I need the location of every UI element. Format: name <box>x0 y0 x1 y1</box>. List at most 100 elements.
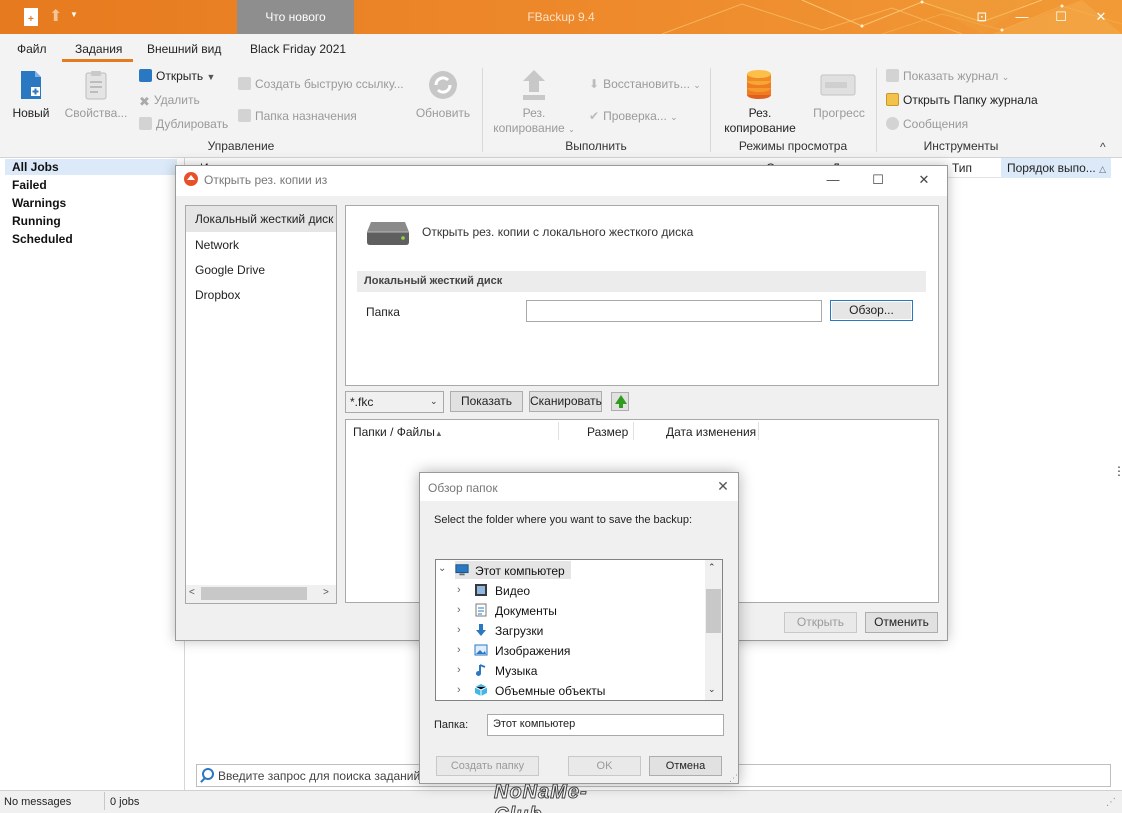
close-button[interactable]: ✕ <box>1081 0 1121 34</box>
backup-label-line1: Рез. <box>522 106 546 120</box>
jobs-item-all[interactable]: All Jobs <box>12 160 59 174</box>
messages-button[interactable]: Сообщения <box>886 117 968 131</box>
log-icon <box>886 69 899 82</box>
browse-button[interactable]: Обзор... <box>830 300 913 321</box>
local-disk-section-header: Локальный жесткий диск <box>357 271 926 292</box>
browse-dialog-close-button[interactable]: ✕ <box>714 478 732 496</box>
dialog-maximize-button[interactable]: ☐ <box>869 172 887 188</box>
sort-ascending-icon: ▲ <box>434 429 443 438</box>
source-item-network[interactable]: Network <box>195 238 239 252</box>
tab-file[interactable]: Файл <box>17 42 47 56</box>
progress-button[interactable]: Прогресс <box>806 106 872 120</box>
show-button[interactable]: Показать <box>450 391 523 412</box>
scroll-up-icon[interactable]: ⌃ <box>708 562 716 573</box>
tree-node-video[interactable]: Видео <box>495 584 530 598</box>
collapsed-chevron-icon[interactable]: › <box>457 644 461 656</box>
column-type[interactable]: Тип <box>952 161 972 175</box>
open-button-disabled[interactable]: Открыть <box>784 612 857 633</box>
resize-grip-icon[interactable]: ⋰ <box>1106 797 1116 808</box>
chevron-down-icon: ⌄ <box>430 396 438 406</box>
scrollbar-thumb[interactable] <box>706 589 721 633</box>
view-backup-button[interactable]: копирование <box>718 121 802 135</box>
column-folders-files[interactable]: Папки / Файлы▲ <box>353 425 443 439</box>
refresh-icon <box>429 71 457 99</box>
scroll-down-icon[interactable]: ⌄ <box>708 684 716 695</box>
check-button[interactable]: ✔ Проверка... ⌄ <box>589 109 678 123</box>
jobs-item-scheduled[interactable]: Scheduled <box>12 232 73 246</box>
music-folder-icon <box>476 664 486 676</box>
ok-button[interactable]: OK <box>568 756 641 776</box>
column-size[interactable]: Размер <box>587 425 628 439</box>
collapsed-chevron-icon[interactable]: › <box>457 664 461 676</box>
collapsed-chevron-icon[interactable]: › <box>457 624 461 636</box>
show-log-button[interactable]: Показать журнал ⌄ <box>886 69 1009 83</box>
dialog-minimize-button[interactable]: — <box>824 172 842 188</box>
tree-node-downloads[interactable]: Загрузки <box>495 624 543 638</box>
check-dropdown-icon: ⌄ <box>670 112 678 122</box>
source-item-dropbox[interactable]: Dropbox <box>195 288 240 302</box>
hard-disk-icon <box>367 222 409 245</box>
properties-icon <box>85 71 107 100</box>
duplicate-button[interactable]: Дублировать <box>139 117 228 131</box>
tree-node-documents[interactable]: Документы <box>495 604 557 618</box>
source-item-google-drive[interactable]: Google Drive <box>195 263 265 277</box>
column-separator <box>758 422 759 440</box>
collapsed-chevron-icon[interactable]: › <box>457 684 461 696</box>
collapse-ribbon-icon[interactable]: ^ <box>1100 140 1106 154</box>
expanded-chevron-icon[interactable]: ⌄ <box>438 563 446 574</box>
column-order[interactable]: Порядок выпо... △ <box>1001 158 1111 178</box>
delete-button[interactable]: ✖ Удалить <box>139 93 200 110</box>
scroll-right-icon[interactable]: > <box>323 587 329 598</box>
check-icon: ✔ <box>589 109 600 123</box>
new-button[interactable]: Новый <box>10 106 52 120</box>
tree-node-music[interactable]: Музыка <box>495 664 537 678</box>
scan-button[interactable]: Сканировать <box>529 391 602 412</box>
up-folder-icon[interactable] <box>611 392 629 411</box>
destination-folder-button[interactable]: Папка назначения <box>238 109 357 123</box>
progress-icon <box>820 74 856 96</box>
browse-cancel-button[interactable]: Отмена <box>649 756 722 776</box>
maximize-button[interactable]: ☐ <box>1041 0 1081 34</box>
this-pc-icon <box>455 564 469 576</box>
compact-mode-icon[interactable]: ⊡ <box>962 0 1002 34</box>
dialog-close-button[interactable]: ✕ <box>915 172 933 188</box>
folder-path-input[interactable] <box>526 300 822 322</box>
tree-node-3d-objects[interactable]: Объемные объекты <box>495 684 605 698</box>
minimize-button[interactable]: — <box>1002 0 1042 34</box>
new-folder-button[interactable]: Создать папку <box>436 756 539 776</box>
browse-folder-label: Папка: <box>434 719 469 731</box>
restore-button[interactable]: ⬇ Восстановить... ⌄ <box>589 77 701 91</box>
tree-node-pictures[interactable]: Изображения <box>495 644 570 658</box>
tab-black-friday[interactable]: Black Friday 2021 <box>250 42 346 56</box>
backup-button[interactable]: копирование ⌄ <box>492 121 576 135</box>
refresh-button[interactable]: Обновить <box>410 106 476 120</box>
browse-folder-input[interactable]: Этот компьютер <box>487 714 724 736</box>
scrollbar-thumb[interactable] <box>201 587 307 600</box>
jobs-item-warnings[interactable]: Warnings <box>12 196 66 210</box>
show-log-dropdown-icon: ⌄ <box>1001 72 1010 82</box>
cancel-button[interactable]: Отменить <box>865 612 938 633</box>
open-dropdown-icon: ▼ <box>206 72 216 82</box>
delete-label: Удалить <box>153 93 200 107</box>
resize-grip-icon[interactable]: ⋰ <box>729 773 738 784</box>
jobs-item-running[interactable]: Running <box>12 214 61 228</box>
open-log-folder-button[interactable]: Открыть Папку журнала <box>886 93 1038 107</box>
whats-new-button[interactable]: Что нового <box>237 0 354 34</box>
search-placeholder: Введите запрос для поиска заданий р <box>218 769 431 783</box>
splitter-handle-icon[interactable]: ⋮ <box>1113 464 1122 478</box>
column-separator <box>558 422 559 440</box>
tree-node-this-pc[interactable]: Этот компьютер <box>475 564 565 578</box>
collapsed-chevron-icon[interactable]: › <box>457 604 461 616</box>
quick-link-button[interactable]: Создать быструю ссылку... <box>238 77 404 91</box>
view-backup-label-line1: Рез. <box>748 106 772 120</box>
open-button[interactable]: Открыть ▼ <box>139 69 215 83</box>
collapsed-chevron-icon[interactable]: › <box>457 584 461 596</box>
column-separator <box>633 422 634 440</box>
properties-button[interactable]: Свойства... <box>64 106 128 120</box>
tab-jobs[interactable]: Задания <box>75 42 122 56</box>
scroll-left-icon[interactable]: < <box>189 587 195 598</box>
source-item-local-disk[interactable]: Локальный жесткий диск <box>195 212 335 226</box>
column-modified-date[interactable]: Дата изменения <box>666 425 756 439</box>
tab-appearance[interactable]: Внешний вид <box>147 42 221 56</box>
jobs-item-failed[interactable]: Failed <box>12 178 47 192</box>
